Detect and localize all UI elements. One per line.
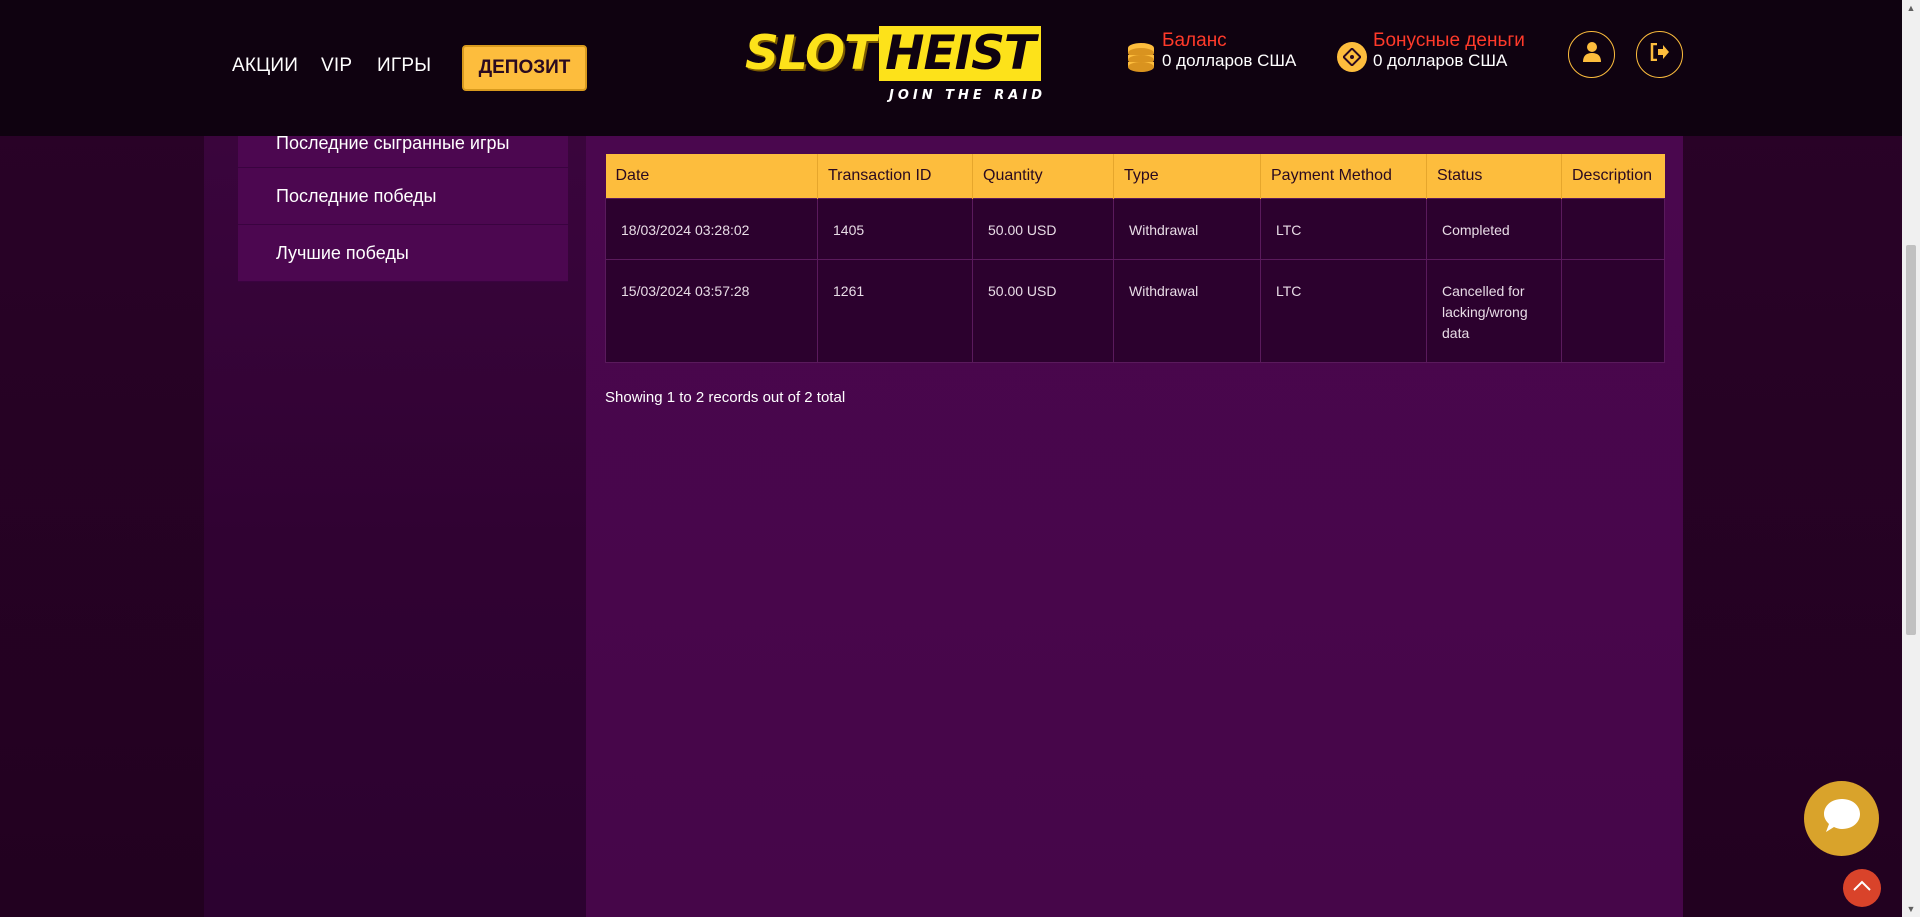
scroll-to-top-button[interactable] — [1843, 869, 1881, 907]
cell-status: Cancelled for lacking/wrong data — [1426, 258, 1562, 363]
cell-quantity: 50.00 USD — [972, 197, 1114, 260]
bonus-label: Бонусные деньги — [1373, 30, 1525, 51]
page-scrollbar[interactable]: ▲ ▼ — [1902, 0, 1920, 917]
balance-label: Баланс — [1162, 30, 1227, 51]
column-header-date[interactable]: Date — [605, 154, 818, 198]
sidebar-item-label: Последние сыгранные игры — [276, 133, 510, 153]
page-background-left — [0, 0, 204, 917]
table-row: 15/03/2024 03:57:28 1261 50.00 USD Withd… — [605, 258, 1665, 363]
cell-date: 15/03/2024 03:57:28 — [605, 258, 818, 363]
transactions-table: Date Transaction ID Quantity Type Paymen… — [605, 154, 1665, 363]
column-header-payment-method[interactable]: Payment Method — [1260, 154, 1427, 198]
cell-payment-method: LTC — [1260, 197, 1427, 260]
logout-icon — [1650, 42, 1670, 66]
logout-button[interactable] — [1636, 31, 1683, 78]
cell-type: Withdrawal — [1113, 258, 1261, 363]
bonus-value: 0 долларов США — [1373, 51, 1508, 70]
nav-link-games[interactable]: ИГРЫ — [377, 55, 431, 77]
deposit-button[interactable]: ДЕПОЗИТ — [462, 45, 587, 91]
balance-widget: Баланс 0 долларов США — [1126, 31, 1296, 72]
records-count-text: Showing 1 to 2 records out of 2 total — [605, 389, 846, 406]
cell-quantity: 50.00 USD — [972, 258, 1114, 363]
bonus-icon — [1337, 42, 1367, 72]
user-icon — [1582, 42, 1601, 67]
chevron-up-icon — [1852, 879, 1872, 897]
nav-link-promotions[interactable]: АКЦИИ — [232, 55, 298, 77]
cell-description — [1561, 258, 1665, 363]
column-header-transaction-id[interactable]: Transaction ID — [817, 154, 973, 198]
table-row: 18/03/2024 03:28:02 1405 50.00 USD Withd… — [605, 197, 1665, 260]
profile-button[interactable] — [1568, 31, 1615, 78]
logo-tagline: JOIN THE RAID — [889, 88, 1046, 103]
coins-icon — [1126, 42, 1156, 72]
sidebar-item-label: Последние победы — [276, 185, 437, 206]
sidebar-item-best-wins[interactable]: Лучшие победы — [238, 225, 568, 282]
cell-transaction-id: 1261 — [817, 258, 973, 363]
cell-description — [1561, 197, 1665, 260]
site-header: АКЦИИ VIP ИГРЫ ДЕПОЗИТ SLOT HEIST JOIN TH… — [0, 0, 1902, 136]
chat-bubble-icon — [1822, 797, 1862, 840]
live-chat-button[interactable] — [1804, 781, 1879, 856]
cell-payment-method: LTC — [1260, 258, 1427, 363]
sidebar-item-label: Лучшие победы — [276, 242, 409, 263]
column-header-status[interactable]: Status — [1426, 154, 1562, 198]
balance-value: 0 долларов США — [1162, 51, 1297, 70]
transactions-table-wrapper: Date Transaction ID Quantity Type Paymen… — [605, 154, 1665, 363]
logo-wordmark: SLOT HEIST — [745, 26, 1041, 81]
slotheist-logo[interactable]: SLOT HEIST JOIN THE RAID — [745, 26, 1085, 106]
account-sidebar: Последние сыгранные игры Последние побед… — [238, 120, 568, 282]
scroll-down-arrow-icon[interactable]: ▼ — [1906, 904, 1916, 914]
scrollbar-thumb[interactable] — [1906, 245, 1916, 635]
cell-status: Completed — [1426, 197, 1562, 260]
column-header-type[interactable]: Type — [1113, 154, 1261, 198]
bonus-widget: Бонусные деньги 0 долларов США — [1337, 31, 1525, 72]
scroll-up-arrow-icon[interactable]: ▲ — [1906, 3, 1916, 13]
column-header-quantity[interactable]: Quantity — [972, 154, 1114, 198]
page-background-right — [1676, 0, 1902, 917]
column-header-description[interactable]: Description — [1561, 154, 1665, 198]
sidebar-item-recent-wins[interactable]: Последние победы — [238, 168, 568, 225]
cell-transaction-id: 1405 — [817, 197, 973, 260]
nav-link-vip[interactable]: VIP — [321, 55, 352, 77]
cell-date: 18/03/2024 03:28:02 — [605, 197, 818, 260]
cell-type: Withdrawal — [1113, 197, 1261, 260]
table-header-row: Date Transaction ID Quantity Type Paymen… — [605, 154, 1665, 198]
